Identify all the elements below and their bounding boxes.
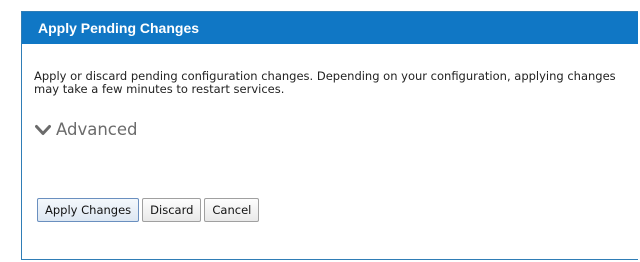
- advanced-label: Advanced: [56, 120, 138, 139]
- apply-pending-changes-dialog: Apply Pending Changes Apply or discard p…: [21, 11, 638, 260]
- discard-button[interactable]: Discard: [142, 198, 202, 222]
- dialog-description: Apply or discard pending configuration c…: [34, 69, 616, 96]
- chevron-down-icon: [35, 124, 51, 135]
- dialog-title: Apply Pending Changes: [22, 12, 638, 44]
- dialog-button-bar: Apply Changes Discard Cancel: [37, 198, 260, 222]
- apply-changes-button[interactable]: Apply Changes: [37, 198, 140, 222]
- advanced-toggle[interactable]: Advanced: [35, 120, 138, 139]
- cancel-button[interactable]: Cancel: [204, 198, 260, 222]
